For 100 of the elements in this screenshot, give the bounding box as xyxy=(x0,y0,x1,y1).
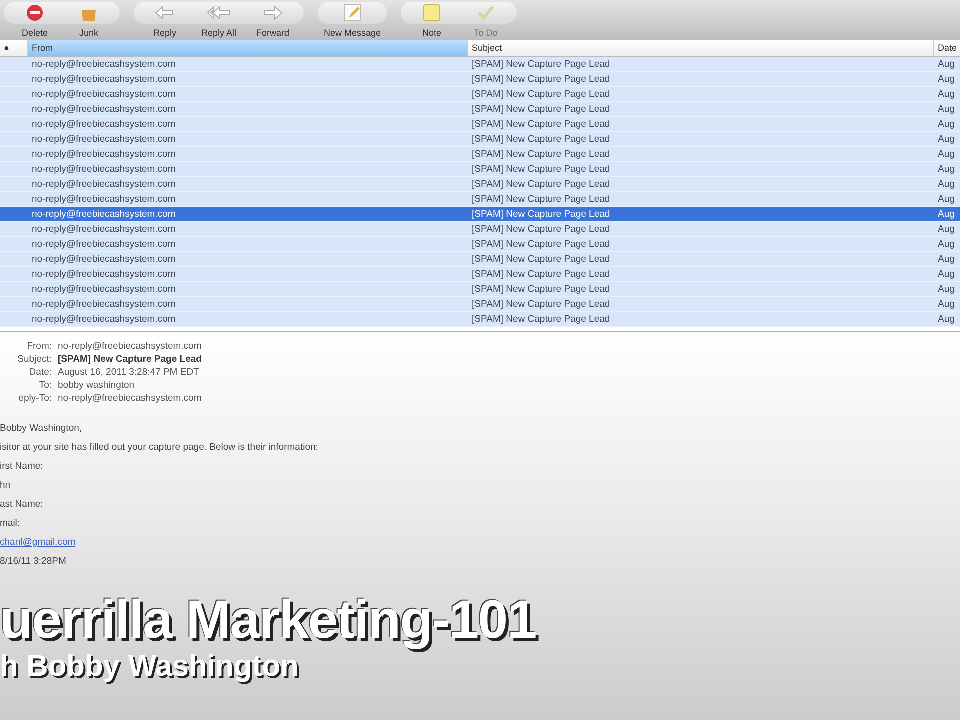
toolbar-button[interactable]: New Message xyxy=(324,2,382,38)
video-title: uerrilla Marketing-101 xyxy=(0,590,536,650)
subject-cell-text: [SPAM] New Capture Page Lead xyxy=(471,148,612,160)
video-subtitle: h Bobby Washington xyxy=(0,650,299,684)
sender-cell-text: no-reply@freebiecashsystem.com xyxy=(31,88,177,100)
column-header[interactable]: Date xyxy=(934,40,960,56)
message-row[interactable]: no-reply@freebiecashsystem.com [SPAM] New Capture Page Lead Aug xyxy=(0,87,960,102)
toolbar-button[interactable]: Junk xyxy=(64,2,114,38)
subject-cell-text: [SPAM] New Capture Page Lead xyxy=(471,134,612,144)
sender-cell-text: no-reply@freebiecashsystem.com xyxy=(31,134,177,144)
toolbar-button[interactable]: Delete xyxy=(10,2,60,38)
subject-cell-text: [SPAM] New Capture Page Lead xyxy=(471,88,612,100)
subject-cell-text: [SPAM] New Capture Page Lead xyxy=(471,164,612,174)
subject-cell-text: [SPAM] New Capture Page Lead xyxy=(471,194,612,204)
column-header[interactable]: From xyxy=(28,40,468,56)
toolbar-button[interactable]: Reply xyxy=(140,2,190,38)
message-row[interactable]: no-reply@freebiecashsystem.com [SPAM] New Capture Page Lead Aug xyxy=(0,222,960,237)
date-cell-text: Aug xyxy=(937,88,956,100)
message-row[interactable]: no-reply@freebiecashsystem.com [SPAM] New Capture Page Lead Aug xyxy=(0,177,960,192)
header-value: August 16, 2011 3:28:47 PM EDT xyxy=(58,366,200,379)
checkmark-icon xyxy=(477,4,496,22)
sender-cell-text: no-reply@freebiecashsystem.com xyxy=(31,164,177,174)
sender-cell-text: no-reply@freebiecashsystem.com xyxy=(31,268,177,280)
subject-cell-text: [SPAM] New Capture Page Lead xyxy=(471,74,612,84)
header-label: eply-To: xyxy=(18,392,52,405)
column-header[interactable]: ● xyxy=(0,40,28,56)
no-entry-icon xyxy=(25,3,45,23)
header-label: Subject: xyxy=(16,353,52,366)
date-cell-text: Aug xyxy=(937,268,956,280)
message-row[interactable]: no-reply@freebiecashsystem.com [SPAM] New Capture Page Lead Aug xyxy=(0,282,960,297)
sender-cell-text: no-reply@freebiecashsystem.com xyxy=(31,148,177,160)
sender-cell-text: no-reply@freebiecashsystem.com xyxy=(31,224,177,234)
date-cell-text: Aug xyxy=(937,118,956,130)
date-cell-text: Aug xyxy=(937,224,956,234)
message-row[interactable]: no-reply@freebiecashsystem.com [SPAM] New Capture Page Lead Aug xyxy=(0,117,960,132)
toolbar-button[interactable]: Reply All xyxy=(194,2,244,38)
date-cell-text: Aug xyxy=(937,178,956,190)
body-text: Bobby Washington, xyxy=(0,423,84,435)
date-cell-text: Aug xyxy=(937,58,956,70)
subject-cell-text: [SPAM] New Capture Page Lead xyxy=(471,284,612,294)
body-text: hn xyxy=(0,480,12,492)
sender-cell-text: no-reply@freebiecashsystem.com xyxy=(31,178,177,190)
body-text: ast Name: xyxy=(0,499,44,511)
date-cell-text: Aug xyxy=(937,254,956,264)
message-row[interactable]: no-reply@freebiecashsystem.com [SPAM] New Capture Page Lead Aug xyxy=(0,312,960,327)
date-cell-text: Aug xyxy=(937,194,956,204)
subject-cell-text: [SPAM] New Capture Page Lead xyxy=(471,208,612,220)
note-icon xyxy=(423,4,442,22)
subject-cell-text: [SPAM] New Capture Page Lead xyxy=(471,58,612,70)
message-row[interactable]: no-reply@freebiecashsystem.com [SPAM] New Capture Page Lead Aug xyxy=(0,237,960,252)
date-cell-text: Aug xyxy=(937,284,956,294)
date-cell-text: Aug xyxy=(937,298,956,310)
subject-cell-text: [SPAM] New Capture Page Lead xyxy=(471,224,612,234)
sender-cell-text: no-reply@freebiecashsystem.com xyxy=(31,284,177,294)
left-arrow-icon xyxy=(155,6,175,20)
body-text: 8/16/11 3:28PM xyxy=(0,556,68,568)
date-cell-text: Aug xyxy=(937,74,956,84)
body-text: isitor at your site has filled out your capture page. Below is their information: xyxy=(0,442,320,454)
date-cell-text: Aug xyxy=(937,164,956,174)
subject-cell-text: [SPAM] New Capture Page Lead xyxy=(471,254,612,264)
subject-cell-text: [SPAM] New Capture Page Lead xyxy=(471,118,612,130)
subject-cell-text: [SPAM] New Capture Page Lead xyxy=(471,314,612,324)
message-row[interactable]: no-reply@freebiecashsystem.com [SPAM] New Capture Page Lead Aug xyxy=(0,267,960,282)
header-label: Date: xyxy=(28,366,52,379)
toolbar-button[interactable]: Note xyxy=(407,2,458,38)
sender-cell-text: no-reply@freebiecashsystem.com xyxy=(31,208,177,220)
sender-cell-text: no-reply@freebiecashsystem.com xyxy=(31,118,177,130)
column-header[interactable]: Subject xyxy=(468,40,934,56)
sender-cell-text: no-reply@freebiecashsystem.com xyxy=(31,254,177,264)
sender-cell-text: no-reply@freebiecashsystem.com xyxy=(31,58,177,70)
message-row[interactable]: no-reply@freebiecashsystem.com [SPAM] New Capture Page Lead Aug xyxy=(0,162,960,177)
subject-cell-text: [SPAM] New Capture Page Lead xyxy=(471,268,612,280)
message-row[interactable]: no-reply@freebiecashsystem.com [SPAM] New Capture Page Lead Aug xyxy=(0,57,960,72)
date-cell-text: Aug xyxy=(937,314,956,324)
double-left-arrow-icon xyxy=(207,6,231,20)
header-label: From: xyxy=(26,340,52,353)
sender-cell-text: no-reply@freebiecashsystem.com xyxy=(31,314,177,324)
subject-cell-text: [SPAM] New Capture Page Lead xyxy=(471,104,612,114)
header-value: no-reply@freebiecashsystem.com xyxy=(58,340,203,353)
message-row[interactable]: no-reply@freebiecashsystem.com [SPAM] New Capture Page Lead Aug xyxy=(0,102,960,117)
message-row[interactable]: no-reply@freebiecashsystem.com [SPAM] New Capture Page Lead Aug xyxy=(0,297,960,312)
message-row[interactable]: no-reply@freebiecashsystem.com [SPAM] New Capture Page Lead Aug xyxy=(0,207,960,222)
message-row[interactable]: no-reply@freebiecashsystem.com [SPAM] New Capture Page Lead Aug xyxy=(0,147,960,162)
header-label: To: xyxy=(38,379,52,392)
message-row[interactable]: no-reply@freebiecashsystem.com [SPAM] New Capture Page Lead Aug xyxy=(0,252,960,267)
message-row[interactable]: no-reply@freebiecashsystem.com [SPAM] New Capture Page Lead Aug xyxy=(0,192,960,207)
email-link[interactable]: chanl@gmail.com xyxy=(0,537,76,548)
date-cell-text: Aug xyxy=(937,104,956,114)
date-cell-text: Aug xyxy=(937,134,956,144)
subject-cell-text: [SPAM] New Capture Page Lead xyxy=(471,238,612,250)
toolbar-button[interactable]: Forward xyxy=(248,2,298,38)
message-row[interactable]: no-reply@freebiecashsystem.com [SPAM] New Capture Page Lead Aug xyxy=(0,72,960,87)
header-value: no-reply@freebiecashsystem.com xyxy=(58,392,203,405)
sender-cell-text: no-reply@freebiecashsystem.com xyxy=(31,298,177,310)
date-cell-text: Aug xyxy=(937,208,956,220)
subject-cell-text: [SPAM] New Capture Page Lead xyxy=(471,178,612,190)
header-value: bobby washington xyxy=(58,379,136,392)
pencil-paper-icon xyxy=(342,3,363,23)
date-cell-text: Aug xyxy=(937,148,956,160)
message-row[interactable]: no-reply@freebiecashsystem.com [SPAM] New Capture Page Lead Aug xyxy=(0,132,960,147)
